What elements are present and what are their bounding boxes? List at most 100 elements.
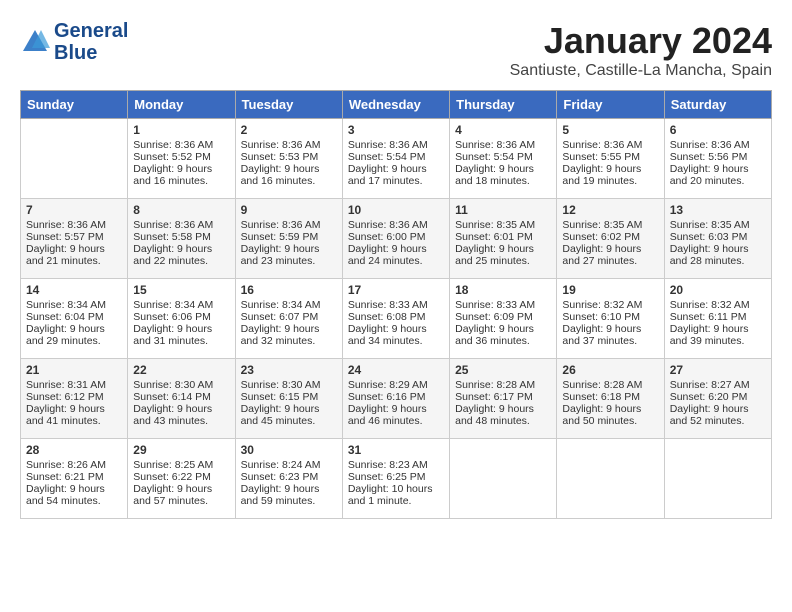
- sunrise-text: Sunrise: 8:35 AM: [455, 219, 551, 231]
- title-block: January 2024 Santiuste, Castille-La Manc…: [510, 20, 772, 80]
- daylight-text: Daylight: 9 hours and 29 minutes.: [26, 323, 122, 347]
- sunset-text: Sunset: 5:54 PM: [348, 151, 444, 163]
- week-row-4: 21Sunrise: 8:31 AMSunset: 6:12 PMDayligh…: [21, 359, 772, 439]
- day-header-wednesday: Wednesday: [342, 91, 449, 119]
- logo-line2: Blue: [54, 42, 128, 64]
- day-header-monday: Monday: [128, 91, 235, 119]
- sunset-text: Sunset: 6:01 PM: [455, 231, 551, 243]
- sunrise-text: Sunrise: 8:32 AM: [670, 299, 766, 311]
- daylight-text: Daylight: 9 hours and 37 minutes.: [562, 323, 658, 347]
- daylight-text: Daylight: 9 hours and 23 minutes.: [241, 243, 337, 267]
- calendar-cell: 31Sunrise: 8:23 AMSunset: 6:25 PMDayligh…: [342, 439, 449, 519]
- sunset-text: Sunset: 5:52 PM: [133, 151, 229, 163]
- calendar-cell: 27Sunrise: 8:27 AMSunset: 6:20 PMDayligh…: [664, 359, 771, 439]
- calendar-cell: 20Sunrise: 8:32 AMSunset: 6:11 PMDayligh…: [664, 279, 771, 359]
- calendar-cell: 30Sunrise: 8:24 AMSunset: 6:23 PMDayligh…: [235, 439, 342, 519]
- day-number: 19: [562, 283, 658, 297]
- calendar-cell: 4Sunrise: 8:36 AMSunset: 5:54 PMDaylight…: [450, 119, 557, 199]
- sunset-text: Sunset: 6:03 PM: [670, 231, 766, 243]
- daylight-text: Daylight: 9 hours and 43 minutes.: [133, 403, 229, 427]
- calendar-cell: 26Sunrise: 8:28 AMSunset: 6:18 PMDayligh…: [557, 359, 664, 439]
- daylight-text: Daylight: 9 hours and 50 minutes.: [562, 403, 658, 427]
- day-header-tuesday: Tuesday: [235, 91, 342, 119]
- calendar-cell: 14Sunrise: 8:34 AMSunset: 6:04 PMDayligh…: [21, 279, 128, 359]
- day-number: 21: [26, 363, 122, 377]
- sunset-text: Sunset: 6:07 PM: [241, 311, 337, 323]
- calendar-cell: 3Sunrise: 8:36 AMSunset: 5:54 PMDaylight…: [342, 119, 449, 199]
- daylight-text: Daylight: 9 hours and 45 minutes.: [241, 403, 337, 427]
- day-number: 31: [348, 443, 444, 457]
- daylight-text: Daylight: 9 hours and 16 minutes.: [241, 163, 337, 187]
- sunrise-text: Sunrise: 8:36 AM: [26, 219, 122, 231]
- sunset-text: Sunset: 6:21 PM: [26, 471, 122, 483]
- calendar-cell: 15Sunrise: 8:34 AMSunset: 6:06 PMDayligh…: [128, 279, 235, 359]
- sunset-text: Sunset: 6:18 PM: [562, 391, 658, 403]
- day-number: 11: [455, 203, 551, 217]
- sunrise-text: Sunrise: 8:35 AM: [562, 219, 658, 231]
- day-number: 17: [348, 283, 444, 297]
- daylight-text: Daylight: 9 hours and 24 minutes.: [348, 243, 444, 267]
- logo: General Blue: [20, 20, 128, 64]
- day-number: 30: [241, 443, 337, 457]
- sunset-text: Sunset: 6:16 PM: [348, 391, 444, 403]
- day-number: 28: [26, 443, 122, 457]
- day-number: 22: [133, 363, 229, 377]
- week-row-2: 7Sunrise: 8:36 AMSunset: 5:57 PMDaylight…: [21, 199, 772, 279]
- calendar-cell: 12Sunrise: 8:35 AMSunset: 6:02 PMDayligh…: [557, 199, 664, 279]
- calendar-cell: 6Sunrise: 8:36 AMSunset: 5:56 PMDaylight…: [664, 119, 771, 199]
- sunset-text: Sunset: 6:15 PM: [241, 391, 337, 403]
- daylight-text: Daylight: 9 hours and 34 minutes.: [348, 323, 444, 347]
- day-number: 1: [133, 123, 229, 137]
- week-row-1: 1Sunrise: 8:36 AMSunset: 5:52 PMDaylight…: [21, 119, 772, 199]
- sunset-text: Sunset: 5:59 PM: [241, 231, 337, 243]
- calendar-cell: 22Sunrise: 8:30 AMSunset: 6:14 PMDayligh…: [128, 359, 235, 439]
- sunset-text: Sunset: 6:02 PM: [562, 231, 658, 243]
- sunrise-text: Sunrise: 8:36 AM: [455, 139, 551, 151]
- daylight-text: Daylight: 9 hours and 19 minutes.: [562, 163, 658, 187]
- sunrise-text: Sunrise: 8:36 AM: [670, 139, 766, 151]
- sunrise-text: Sunrise: 8:34 AM: [26, 299, 122, 311]
- sunrise-text: Sunrise: 8:36 AM: [562, 139, 658, 151]
- daylight-text: Daylight: 9 hours and 46 minutes.: [348, 403, 444, 427]
- day-number: 10: [348, 203, 444, 217]
- calendar-cell: [450, 439, 557, 519]
- daylight-text: Daylight: 9 hours and 17 minutes.: [348, 163, 444, 187]
- day-number: 24: [348, 363, 444, 377]
- day-number: 14: [26, 283, 122, 297]
- day-header-friday: Friday: [557, 91, 664, 119]
- day-number: 6: [670, 123, 766, 137]
- sunset-text: Sunset: 6:11 PM: [670, 311, 766, 323]
- sunrise-text: Sunrise: 8:36 AM: [348, 219, 444, 231]
- sunrise-text: Sunrise: 8:23 AM: [348, 459, 444, 471]
- day-number: 16: [241, 283, 337, 297]
- daylight-text: Daylight: 9 hours and 36 minutes.: [455, 323, 551, 347]
- sunset-text: Sunset: 5:55 PM: [562, 151, 658, 163]
- sunrise-text: Sunrise: 8:31 AM: [26, 379, 122, 391]
- sunrise-text: Sunrise: 8:33 AM: [455, 299, 551, 311]
- calendar-cell: 1Sunrise: 8:36 AMSunset: 5:52 PMDaylight…: [128, 119, 235, 199]
- week-row-3: 14Sunrise: 8:34 AMSunset: 6:04 PMDayligh…: [21, 279, 772, 359]
- calendar-cell: [557, 439, 664, 519]
- logo-icon: [20, 27, 50, 57]
- day-header-saturday: Saturday: [664, 91, 771, 119]
- daylight-text: Daylight: 9 hours and 20 minutes.: [670, 163, 766, 187]
- sunrise-text: Sunrise: 8:25 AM: [133, 459, 229, 471]
- logo-line1: General: [54, 20, 128, 42]
- sunset-text: Sunset: 5:53 PM: [241, 151, 337, 163]
- sunset-text: Sunset: 6:20 PM: [670, 391, 766, 403]
- month-title: January 2024: [510, 20, 772, 62]
- day-number: 20: [670, 283, 766, 297]
- calendar-cell: 11Sunrise: 8:35 AMSunset: 6:01 PMDayligh…: [450, 199, 557, 279]
- daylight-text: Daylight: 9 hours and 18 minutes.: [455, 163, 551, 187]
- calendar-cell: 19Sunrise: 8:32 AMSunset: 6:10 PMDayligh…: [557, 279, 664, 359]
- daylight-text: Daylight: 9 hours and 16 minutes.: [133, 163, 229, 187]
- calendar-cell: 9Sunrise: 8:36 AMSunset: 5:59 PMDaylight…: [235, 199, 342, 279]
- sunrise-text: Sunrise: 8:30 AM: [241, 379, 337, 391]
- sunrise-text: Sunrise: 8:28 AM: [562, 379, 658, 391]
- sunrise-text: Sunrise: 8:29 AM: [348, 379, 444, 391]
- calendar-cell: 5Sunrise: 8:36 AMSunset: 5:55 PMDaylight…: [557, 119, 664, 199]
- day-header-row: SundayMondayTuesdayWednesdayThursdayFrid…: [21, 91, 772, 119]
- day-header-thursday: Thursday: [450, 91, 557, 119]
- daylight-text: Daylight: 9 hours and 21 minutes.: [26, 243, 122, 267]
- daylight-text: Daylight: 9 hours and 22 minutes.: [133, 243, 229, 267]
